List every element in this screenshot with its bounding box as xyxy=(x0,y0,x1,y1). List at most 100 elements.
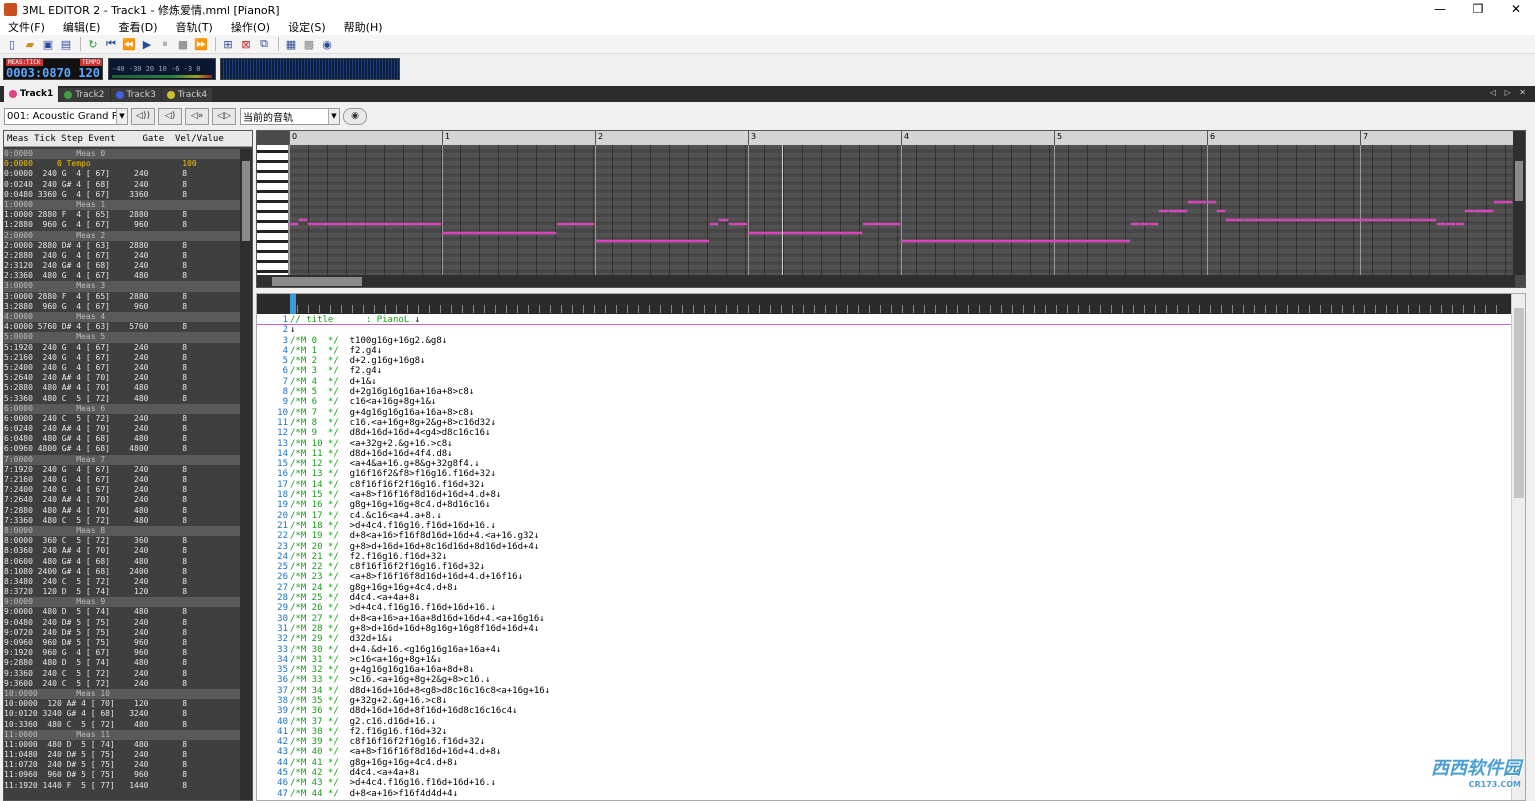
event-row[interactable]: 5:1920 240 G 4 [ 67] 240 8 xyxy=(4,343,240,353)
menu-track[interactable]: 音轨(T) xyxy=(176,19,213,35)
tab-track4[interactable]: Track4 xyxy=(161,88,213,102)
playhead[interactable] xyxy=(781,145,783,275)
event-row[interactable]: 2:3120 240 G# 4 [ 68] 240 8 xyxy=(4,261,240,271)
mml-line[interactable]: 31/*M 28 */ g+8>d+16d+16d+8g16g+16g8f16d… xyxy=(257,624,1512,634)
mml-line[interactable]: 38/*M 35 */ g+32g+2.&g+16.>c8↓ xyxy=(257,696,1512,706)
piano-roll[interactable]: 0 1 2 3 4 5 6 7 xyxy=(256,130,1526,288)
mml-line[interactable]: 1// title : PianoL ↓ xyxy=(257,315,1512,326)
note-block[interactable] xyxy=(1245,218,1436,221)
speaker-pan-icon[interactable]: ◁▷ xyxy=(212,107,236,125)
speaker-mid-icon[interactable]: ◁) xyxy=(158,107,182,125)
event-row[interactable]: 2:3360 480 G 4 [ 67] 480 8 xyxy=(4,271,240,281)
speaker-left-icon[interactable]: ◁)) xyxy=(131,107,155,125)
scrollbar-thumb[interactable] xyxy=(272,277,362,286)
ruler-mark[interactable]: 5 xyxy=(1054,131,1062,145)
event-row[interactable]: 2:2880 240 G 4 [ 67] 240 8 xyxy=(4,251,240,261)
note-block[interactable] xyxy=(308,223,441,225)
mml-line[interactable]: 17/*M 14 */ c8f16f16f2f16g16.f16d+32↓ xyxy=(257,480,1512,490)
measure-row[interactable]: 8:0000 Meas 8 xyxy=(4,525,240,537)
close-button[interactable]: ✕ xyxy=(1497,0,1535,19)
mml-line[interactable]: 32/*M 29 */ d32d+1&↓ xyxy=(257,634,1512,644)
event-list-scrollbar[interactable] xyxy=(240,149,252,800)
mml-line[interactable]: 7/*M 4 */ d+1&↓ xyxy=(257,377,1512,387)
measure-row[interactable]: 9:0000 Meas 9 xyxy=(4,597,240,608)
event-row[interactable]: 9:0960 960 D# 5 [ 75] 960 8 xyxy=(4,638,240,648)
measure-row[interactable]: 4:0000 Meas 4 xyxy=(4,312,240,323)
note-block[interactable] xyxy=(862,223,900,225)
note-block[interactable] xyxy=(1187,201,1206,204)
event-row[interactable]: 11:0480 240 D# 5 [ 75] 240 8 xyxy=(4,750,240,760)
mml-line[interactable]: 45/*M 42 */ d4c4.<a+4a+8↓ xyxy=(257,768,1512,778)
note-block[interactable] xyxy=(1159,210,1168,212)
instrument-select[interactable]: 001: Acoustic Grand Pia ▼ xyxy=(4,107,128,125)
event-row[interactable]: 9:0480 240 D# 5 [ 75] 240 8 xyxy=(4,618,240,628)
track-scope-select[interactable]: 当前的音轨 ▼ xyxy=(240,107,340,125)
menu-edit[interactable]: 编辑(E) xyxy=(63,19,101,35)
ruler-mark[interactable]: 7 xyxy=(1360,131,1368,145)
mml-line[interactable]: 4/*M 1 */ f2.g4↓ xyxy=(257,346,1512,356)
event-row[interactable]: 7:2880 480 A# 4 [ 70] 480 8 xyxy=(4,506,240,516)
mml-line[interactable]: 21/*M 18 */ >d+4c4.f16g16.f16d+16d+16.↓ xyxy=(257,521,1512,531)
event-row[interactable]: 7:2400 240 G 4 [ 67] 240 8 xyxy=(4,485,240,495)
tab-nav-icons[interactable]: ◁ ▷ ✕ xyxy=(1490,88,1529,97)
event-row[interactable]: 9:0720 240 D# 5 [ 75] 240 8 xyxy=(4,628,240,638)
rewind-icon[interactable]: ⏪ xyxy=(121,37,137,52)
event-row[interactable]: 3:2880 960 G 4 [ 67] 960 8 xyxy=(4,302,240,312)
note-block[interactable] xyxy=(1436,223,1446,225)
mml-line[interactable]: 44/*M 41 */ g8g+16g+16g+4c4.d+8↓ xyxy=(257,758,1512,768)
measure-row[interactable]: 0:0000 Meas 0 xyxy=(4,149,240,160)
new-file-icon[interactable]: ▯ xyxy=(4,37,20,52)
piano-roll-ruler[interactable]: 0 1 2 3 4 5 6 7 xyxy=(289,131,1515,145)
event-row[interactable]: 4:0000 5760 D# 4 [ 63] 5760 8 xyxy=(4,322,240,332)
mml-line[interactable]: 10/*M 7 */ g+4g16g16g16a+16a+8>c8↓ xyxy=(257,408,1512,418)
event-row[interactable]: 8:3480 240 C 5 [ 72] 240 8 xyxy=(4,577,240,587)
mml-line[interactable]: 37/*M 34 */ d8d+16d+16d+8<g8>d8c16c16c8<… xyxy=(257,686,1512,696)
event-row[interactable]: 9:3600 240 C 5 [ 72] 240 8 xyxy=(4,679,240,689)
note-block[interactable] xyxy=(1465,210,1474,212)
mml-line[interactable]: 25/*M 22 */ c8f16f16f2f16g16.f16d+32↓ xyxy=(257,562,1512,572)
mml-line[interactable]: 29/*M 26 */ >d+4c4.f16g16.f16d+16d+16.↓ xyxy=(257,603,1512,613)
go-start-icon[interactable]: ⏮ xyxy=(103,37,119,52)
piano-roll-icon[interactable]: ▦ xyxy=(283,37,299,52)
mml-line[interactable]: 40/*M 37 */ g2.c16.d16d+16.↓ xyxy=(257,717,1512,727)
mml-line[interactable]: 15/*M 12 */ <a+4&a+16.g+8&g+32g8f4.↓ xyxy=(257,459,1512,469)
mml-line[interactable]: 20/*M 17 */ c4.&c16<a+4.a+8.↓ xyxy=(257,511,1512,521)
help-icon[interactable]: ◉ xyxy=(319,37,335,52)
track-add-icon[interactable]: ⊞ xyxy=(220,37,236,52)
mml-line[interactable]: 47/*M 44 */ d+8<a+16>f16f4d4d+4↓ xyxy=(257,789,1512,799)
speaker-right-icon[interactable]: ◁» xyxy=(185,107,209,125)
settings-grid-icon[interactable]: ▩ xyxy=(301,37,317,52)
fast-forward-icon[interactable]: ⏩ xyxy=(193,37,209,52)
note-block[interactable] xyxy=(1493,201,1512,204)
event-row[interactable]: 5:2640 240 A# 4 [ 70] 240 8 xyxy=(4,373,240,383)
scrollbar-thumb[interactable] xyxy=(242,161,250,241)
track-delete-icon[interactable]: ⊠ xyxy=(238,37,254,52)
note-block[interactable] xyxy=(1226,218,1245,221)
mml-line[interactable]: 23/*M 20 */ g+8>d+16d+16d+8c16d16d+8d16d… xyxy=(257,542,1512,552)
event-row[interactable]: 9:3360 240 C 5 [ 72] 240 8 xyxy=(4,669,240,679)
event-row[interactable]: 7:2640 240 A# 4 [ 70] 240 8 xyxy=(4,495,240,505)
menu-operation[interactable]: 操作(O) xyxy=(231,19,270,35)
mml-line[interactable]: 41/*M 38 */ f2.f16g16.f16d+32↓ xyxy=(257,727,1512,737)
mml-line[interactable]: 19/*M 16 */ g8g+16g+16g+8c4.d+8d16c16↓ xyxy=(257,500,1512,510)
menu-view[interactable]: 查看(D) xyxy=(118,19,157,35)
note-block[interactable] xyxy=(748,231,862,234)
mml-line[interactable]: 8/*M 5 */ d+2g16g16g16a+16a+8>c8↓ xyxy=(257,387,1512,397)
mml-line[interactable]: 24/*M 21 */ f2.f16g16.f16d+32↓ xyxy=(257,552,1512,562)
note-block[interactable] xyxy=(901,240,1130,243)
event-row[interactable]: 0:0240 240 G# 4 [ 68] 240 8 xyxy=(4,180,240,190)
note-block[interactable] xyxy=(728,223,747,225)
mml-line[interactable]: 12/*M 9 */ d8d+16d+16d+4<g4>d8c16c16↓ xyxy=(257,428,1512,438)
note-block[interactable] xyxy=(1216,210,1226,212)
ruler-mark[interactable]: 2 xyxy=(595,131,603,145)
mml-line[interactable]: 36/*M 33 */ >c16.<a+16g+8g+2&g+8>c16.↓ xyxy=(257,675,1512,685)
note-block[interactable] xyxy=(1168,210,1187,212)
mml-line[interactable]: 11/*M 8 */ c16.<a+16g+8g+2&g+8>c16d32↓ xyxy=(257,418,1512,428)
mml-line[interactable]: 34/*M 31 */ >c16<a+16g+8g+1&↓ xyxy=(257,655,1512,665)
mml-line[interactable]: 6/*M 3 */ f2.g4↓ xyxy=(257,366,1512,376)
event-row[interactable]: 6:0960 4800 G# 4 [ 68] 4800 8 xyxy=(4,444,240,454)
event-row[interactable]: 11:0960 960 D# 5 [ 75] 960 8 xyxy=(4,770,240,780)
measure-row[interactable]: 11:0000 Meas 11 xyxy=(4,729,240,740)
ruler-mark[interactable]: 6 xyxy=(1207,131,1215,145)
save-icon[interactable]: ▣ xyxy=(40,37,56,52)
